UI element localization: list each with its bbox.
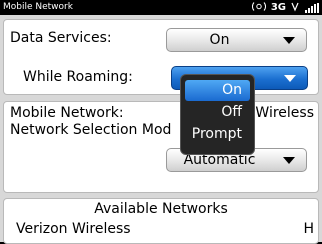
menu-item-off[interactable]: Off: [185, 102, 250, 123]
roaming-options-menu: On Off Prompt: [180, 74, 255, 155]
wifi-icon: [290, 1, 301, 15]
data-services-dropdown[interactable]: On: [166, 28, 307, 52]
window-title: Mobile Network: [3, 2, 73, 12]
menu-item-prompt[interactable]: Prompt: [185, 124, 250, 145]
menu-item-on[interactable]: On: [185, 80, 250, 101]
chevron-down-icon: [283, 157, 295, 164]
available-networks-group: Available Networks Verizon Wireless H: [3, 198, 319, 244]
network-name: Verizon Wireless: [16, 221, 131, 237]
network-selection-label: Network Selection Mod: [10, 122, 172, 138]
data-services-group: Data Services: On While Roaming:: [3, 19, 319, 95]
chevron-down-icon: [283, 37, 295, 44]
signal-bars-icon: [305, 2, 319, 13]
chevron-down-icon: [284, 75, 296, 82]
status-bar: Mobile Network 3G: [0, 0, 322, 15]
network-list-item[interactable]: Verizon Wireless H: [4, 219, 318, 239]
mobile-network-label: Mobile Network:: [10, 105, 124, 121]
data-services-value: On: [209, 32, 230, 48]
data-services-label: Data Services:: [10, 30, 112, 46]
network-tech: H: [303, 221, 314, 237]
mobile-network-screen: Data Services: On While Roaming: Mobile …: [0, 15, 322, 244]
roaming-antenna-icon: [251, 1, 267, 15]
status-icons: 3G: [251, 0, 319, 15]
network-type-label: 3G: [270, 2, 286, 13]
while-roaming-label: While Roaming:: [23, 69, 133, 85]
mobile-network-group: Mobile Network: Wireless Network Selecti…: [3, 101, 319, 193]
mobile-network-value: Wireless: [255, 105, 314, 121]
available-networks-header: Available Networks: [94, 201, 228, 217]
